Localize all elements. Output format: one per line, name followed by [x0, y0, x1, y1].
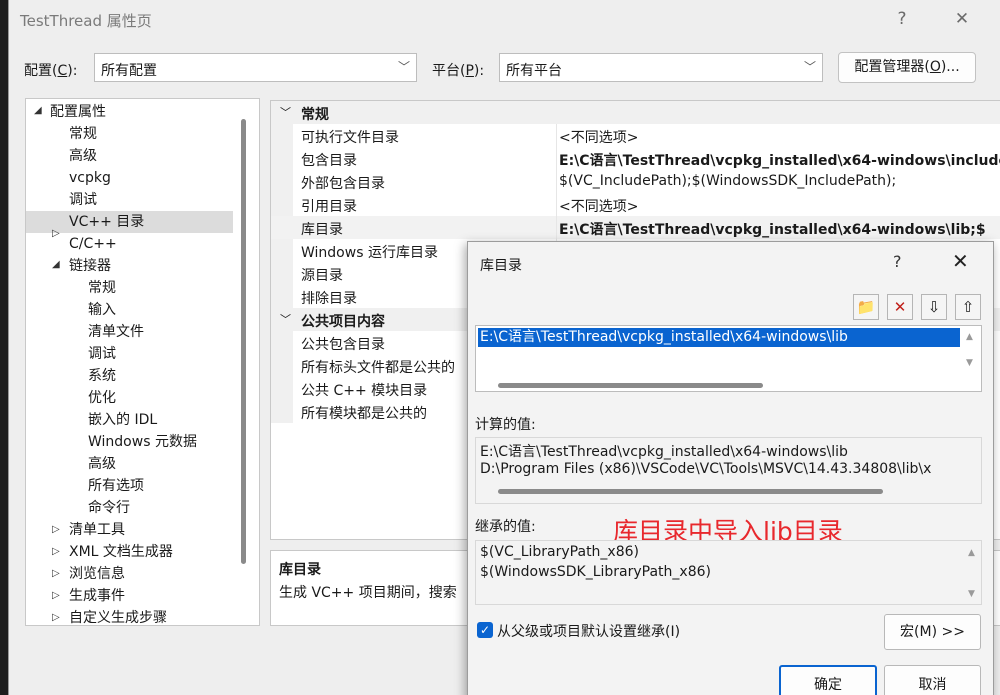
collapse-caret-icon[interactable]: ﹀: [280, 104, 291, 120]
tree-scrollbar[interactable]: [241, 119, 246, 564]
collapse-caret-icon[interactable]: ﹀: [280, 311, 291, 327]
scroll-up-icon[interactable]: ▲: [968, 548, 975, 558]
collapsed-arrow-icon[interactable]: ▷: [52, 228, 60, 239]
tree-item-linker-windows-metadata[interactable]: Windows 元数据: [88, 431, 197, 453]
tree-item-linker-all-options[interactable]: 所有选项: [88, 475, 144, 497]
tree-item-manifest-tool[interactable]: 清单工具: [69, 519, 125, 541]
dialog-help-button[interactable]: ?: [893, 252, 902, 271]
tree-item-linker[interactable]: 链接器: [69, 255, 111, 277]
library-directories-dialog: 库目录 ? ✕ 📁 ✕ ⇩ ⇧ E:\C语言\TestThread\vcpkg_…: [467, 241, 994, 695]
description-title: 库目录: [279, 562, 321, 578]
collapsed-arrow-icon[interactable]: ▷: [52, 568, 60, 579]
tree-item-cpp[interactable]: C/C++: [69, 233, 117, 255]
tree-item-linker-embedded-idl[interactable]: 嵌入的 IDL: [88, 409, 157, 431]
description-text: 生成 VC++ 项目期间，搜索: [279, 585, 457, 601]
scroll-down-icon[interactable]: ▼: [966, 358, 973, 368]
property-pages-window: TestThread 属性页 ? ✕ 配置(C): 所有配置 ﹀ 平台(P): …: [8, 0, 1000, 695]
window-title: TestThread 属性页: [20, 12, 152, 30]
grid-row[interactable]: 包含目录 E:\C语言\TestThread\vcpkg_installed\x6…: [271, 147, 1000, 170]
tree-item-linker-debugging[interactable]: 调试: [88, 343, 116, 365]
grid-row[interactable]: 外部包含目录 $(VC_IncludePath);$(WindowsSDK_Inc…: [271, 170, 1000, 193]
config-toolbar: 配置(C): 所有配置 ﹀ 平台(P): 所有平台 ﹀ 配置管理器(O)...: [9, 52, 1000, 84]
chevron-down-icon: ﹀: [803, 60, 816, 74]
grid-row-library-dirs[interactable]: 库目录 E:\C语言\TestThread\vcpkg_installed\x64…: [271, 216, 1000, 239]
expanded-arrow-icon[interactable]: ◢: [34, 105, 42, 116]
computed-hscrollbar[interactable]: [498, 489, 883, 494]
tree-item-linker-input[interactable]: 输入: [88, 299, 116, 321]
config-manager-button[interactable]: 配置管理器(O)...: [838, 52, 976, 83]
ok-button[interactable]: 确定: [779, 665, 877, 695]
inherited-values-box: $(VC_LibraryPath_x86) $(WindowsSDK_Libra…: [475, 540, 982, 605]
tree-item-linker-system[interactable]: 系统: [88, 365, 116, 387]
tree-item-linker-command-line[interactable]: 命令行: [88, 497, 130, 519]
help-button[interactable]: ?: [885, 6, 919, 32]
collapsed-arrow-icon[interactable]: ▷: [52, 612, 60, 623]
tree-root[interactable]: 配置属性: [50, 101, 106, 123]
scroll-down-icon[interactable]: ▼: [968, 589, 975, 599]
delete-icon[interactable]: ✕: [887, 294, 913, 320]
directory-list: E:\C语言\TestThread\vcpkg_installed\x64-wi…: [475, 325, 982, 392]
tree-item-linker-optimization[interactable]: 优化: [88, 387, 116, 409]
tree-item-browse-info[interactable]: 浏览信息: [69, 563, 125, 585]
dialog-close-button[interactable]: ✕: [952, 249, 969, 273]
platform-select[interactable]: 所有平台 ﹀: [499, 53, 823, 82]
tree-item-custom-build-step[interactable]: 自定义生成步骤: [69, 607, 167, 625]
macro-button[interactable]: 宏(M) >>: [884, 614, 981, 650]
tree-item-linker-advanced[interactable]: 高级: [88, 453, 116, 475]
grid-row[interactable]: 可执行文件目录 <不同选项>: [271, 124, 1000, 147]
platform-label: 平台(P):: [432, 63, 485, 79]
tree-item-linker-general[interactable]: 常规: [88, 277, 116, 299]
computed-values-label: 计算的值:: [475, 417, 536, 433]
tree-item-xml-doc[interactable]: XML 文档生成器: [69, 541, 173, 563]
tree-item-advanced[interactable]: 高级: [69, 145, 97, 167]
collapsed-arrow-icon[interactable]: ▷: [52, 590, 60, 601]
list-item[interactable]: E:\C语言\TestThread\vcpkg_installed\x64-wi…: [478, 328, 960, 347]
title-bar: TestThread 属性页 ? ✕: [9, 0, 1000, 38]
tree-item-general[interactable]: 常规: [69, 123, 97, 145]
new-line-icon[interactable]: 📁: [853, 294, 879, 320]
collapsed-arrow-icon[interactable]: ▷: [52, 524, 60, 535]
tree-item-linker-manifest[interactable]: 清单文件: [88, 321, 144, 343]
move-down-icon[interactable]: ⇩: [921, 294, 947, 320]
tree-item-vcpkg[interactable]: vcpkg: [69, 167, 111, 189]
list-hscrollbar[interactable]: [498, 383, 763, 388]
config-select[interactable]: 所有配置 ﹀: [94, 53, 417, 82]
grid-row[interactable]: 引用目录 <不同选项>: [271, 193, 1000, 216]
category-general[interactable]: ﹀ 常规: [271, 101, 1000, 124]
scroll-up-icon[interactable]: ▲: [966, 332, 973, 342]
collapsed-arrow-icon[interactable]: ▷: [52, 546, 60, 557]
move-up-icon[interactable]: ⇧: [955, 294, 981, 320]
cancel-button[interactable]: 取消: [884, 665, 981, 695]
inherited-values-label: 继承的值:: [475, 519, 536, 535]
inherit-checkbox[interactable]: ✓: [477, 622, 493, 638]
inherit-checkbox-label: 从父级或项目默认设置继承(I): [497, 624, 681, 640]
computed-values-box: E:\C语言\TestThread\vcpkg_installed\x64-wi…: [475, 437, 982, 504]
tree-item-build-events[interactable]: 生成事件: [69, 585, 125, 607]
expanded-arrow-icon[interactable]: ◢: [52, 259, 60, 270]
property-tree: ◢ 配置属性 常规 高级 vcpkg 调试 VC++ 目录 ▷ C/C++ ◢ …: [25, 98, 260, 626]
tree-item-debugging[interactable]: 调试: [69, 189, 97, 211]
chevron-down-icon: ﹀: [397, 60, 410, 74]
dialog-title: 库目录: [480, 258, 522, 274]
close-button[interactable]: ✕: [945, 6, 979, 32]
config-label: 配置(C):: [24, 63, 78, 79]
